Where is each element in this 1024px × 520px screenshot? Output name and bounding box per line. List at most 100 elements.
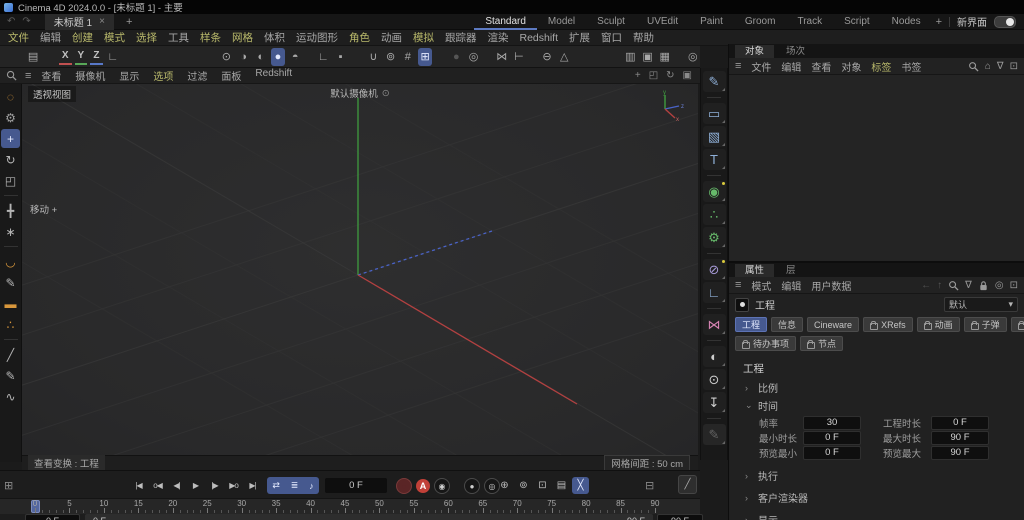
tool-settings-button[interactable]: ⚙ [1, 108, 20, 127]
quantize-button[interactable]: ⊞ [417, 47, 433, 66]
shading-wireframe-button[interactable]: ⊙ [219, 48, 233, 66]
generator-button[interactable]: ⚙ [702, 227, 726, 248]
filter-icon[interactable]: ∇ [997, 61, 1004, 72]
layout-tab-uvedit[interactable]: UVEdit [636, 14, 689, 30]
next-frame-button[interactable]: |▶ [206, 477, 223, 494]
attribute-tab-item[interactable]: XRefs [863, 317, 913, 332]
rotate-tool-button[interactable]: ↻ [1, 150, 20, 169]
range-start-field[interactable]: 0 F [25, 514, 80, 520]
attribute-tab-item[interactable]: 动画 [916, 317, 960, 332]
move-tool-button[interactable]: + [1, 129, 20, 148]
camera-label[interactable]: 默认摄像机 ⊙ [330, 86, 389, 101]
snap-settings-button[interactable]: ⊚ [384, 48, 398, 66]
object-list[interactable] [729, 75, 1024, 248]
workplane-lock-button[interactable]: ▪ [333, 48, 347, 66]
add-layout-button[interactable]: + [936, 16, 942, 28]
zoom-view-icon[interactable]: ◰ [649, 70, 658, 81]
key-scale-mode-button[interactable]: ⊡ [534, 477, 551, 494]
menubar-item[interactable]: 网格 [232, 30, 253, 45]
ik-toggle-button[interactable]: ╳ [572, 477, 589, 494]
up-icon[interactable]: ↑ [937, 280, 942, 291]
next-key-button[interactable]: ▶o [225, 477, 242, 494]
viewport-menu-item[interactable]: 显示 [119, 68, 139, 83]
collapsed-group[interactable]: › 显示 [729, 504, 1024, 520]
toggle-view-icon[interactable]: ▣ [683, 70, 692, 81]
key-rotation-mode-button[interactable]: ⊚ [515, 477, 532, 494]
field-input[interactable]: 90 F [931, 445, 989, 460]
show-keys-button[interactable]: ≣ [291, 480, 299, 491]
content-browser-button[interactable]: ▤ [26, 48, 40, 66]
menubar-item[interactable]: 运动图形 [296, 30, 338, 45]
timeline-layout-icon[interactable]: ⊞ [4, 479, 13, 492]
key-position-button[interactable]: ● [464, 478, 480, 494]
panel-menu-icon[interactable]: ≡ [735, 279, 741, 291]
shading-isoline-button[interactable]: ◑ [236, 48, 250, 66]
pan-view-icon[interactable]: + [635, 70, 641, 81]
viewport-menu-item[interactable]: 查看 [41, 68, 61, 83]
menubar-item[interactable]: 体积 [264, 30, 285, 45]
key-filter-button[interactable]: ◉ [434, 478, 450, 494]
object-menu-item[interactable]: 文件 [751, 59, 771, 74]
add-document-button[interactable]: + [126, 16, 132, 28]
brush-tool-button[interactable]: ╱ [1, 345, 20, 364]
object-menu-item[interactable]: 标签 [871, 59, 891, 74]
attribute-tab-item[interactable]: 信息 [771, 317, 804, 332]
back-icon[interactable]: ← [921, 280, 931, 291]
home-icon[interactable]: ⌂ [985, 61, 991, 72]
panel-tab[interactable]: 层 [776, 264, 806, 277]
live-selection-button[interactable]: ◌ [1, 87, 20, 106]
panel-menu-icon[interactable]: ≡ [735, 60, 741, 72]
menubar-item[interactable]: 动画 [381, 30, 402, 45]
spline-pen-button[interactable]: ✎ [1, 273, 20, 292]
cube-button[interactable]: ▧ [702, 126, 726, 147]
menubar-item[interactable]: 角色 [349, 30, 370, 45]
current-frame-field[interactable]: 0 F [325, 478, 387, 493]
document-tab[interactable]: 未标题 1 × [44, 13, 114, 30]
menubar-item[interactable]: 扩展 [569, 30, 590, 45]
viewport-menu-item[interactable]: 摄像机 [75, 68, 105, 83]
light-button[interactable]: ↧ [702, 392, 726, 413]
edit-icon[interactable]: ⊡ [1010, 61, 1018, 72]
layout-tab-standard[interactable]: Standard [474, 14, 537, 30]
environment-button[interactable]: ◐ [702, 346, 726, 367]
attribute-menu-item[interactable]: 模式 [751, 278, 771, 293]
text-button[interactable]: T [702, 149, 726, 170]
key-point-mode-button[interactable]: ⊕ [496, 477, 513, 494]
deformer-button[interactable]: ⋈ [702, 314, 726, 335]
field-input[interactable]: 30 [803, 415, 861, 430]
grid-snap-button[interactable]: # [401, 48, 415, 66]
key-psr-mode-button[interactable]: ▤ [553, 477, 570, 494]
spline-snap-button[interactable]: ▬ [1, 294, 20, 313]
new-ui-toggle[interactable] [994, 15, 1016, 28]
point-tweak-button[interactable]: ∴ [1, 315, 20, 334]
guide-button[interactable]: ∟ [702, 282, 726, 303]
sketch-tool-icon[interactable]: ╱ [678, 475, 697, 494]
scale-tool-button[interactable]: ◰ [1, 171, 20, 190]
rotate-view-icon[interactable]: ↻ [666, 70, 674, 81]
field-input[interactable]: 90 F [931, 430, 989, 445]
render-settings-button[interactable]: ▦ [658, 48, 672, 66]
attribute-tab-item[interactable]: 模拟 [1010, 317, 1024, 332]
object-menu-item[interactable]: 对象 [841, 59, 861, 74]
preview-range-bar[interactable]: 0 F 90 F [85, 514, 653, 520]
attribute-menu-item[interactable]: 编辑 [781, 278, 801, 293]
range-end-field[interactable]: 90 F [657, 514, 703, 520]
layout-tab-sculpt[interactable]: Sculpt [586, 14, 636, 30]
group-time[interactable]: ⌄ 时间 [729, 394, 1024, 413]
loop-button[interactable]: ⇄ [272, 480, 280, 491]
object-menu-item[interactable]: 编辑 [781, 59, 801, 74]
target-button[interactable]: ◎ [466, 48, 480, 66]
render-picture-viewer-button[interactable]: ▣ [640, 48, 654, 66]
undo-icon[interactable]: ↶ [7, 16, 15, 27]
lock-z-button[interactable]: Z [90, 48, 103, 65]
prev-key-button[interactable]: o◀ [149, 477, 166, 494]
menubar-item[interactable]: 渲染 [488, 30, 509, 45]
symmetry-button[interactable]: ⋈ [495, 48, 509, 66]
axis-edit-button[interactable]: ⊢ [512, 48, 526, 66]
shading-constant-button[interactable]: ◓ [288, 48, 302, 66]
interactive-render-button[interactable]: ◎ [686, 48, 700, 66]
search-icon[interactable] [948, 280, 959, 291]
search-icon[interactable] [6, 70, 17, 81]
layout-tab-groom[interactable]: Groom [734, 14, 787, 30]
timeline-ruler[interactable]: 0 5 10 15 20 25 30 35 40 45 50 55 60 65 70 75 80 85 90 [0, 498, 700, 514]
